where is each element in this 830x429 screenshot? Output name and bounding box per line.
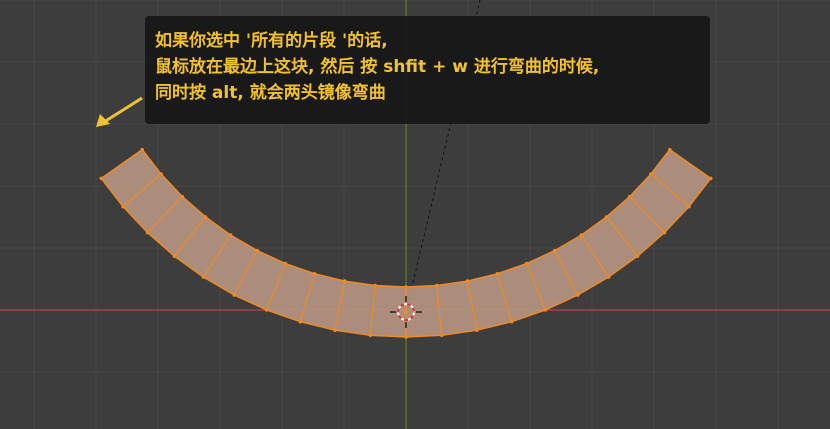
mesh-vertex[interactable] bbox=[439, 333, 444, 338]
mesh-vertex[interactable] bbox=[667, 147, 672, 152]
mesh-vertex[interactable] bbox=[283, 261, 288, 266]
mesh-vertex[interactable] bbox=[368, 333, 373, 338]
mesh-vertex[interactable] bbox=[373, 283, 377, 288]
mesh-vertex[interactable] bbox=[312, 271, 317, 276]
mesh-vertex[interactable] bbox=[264, 308, 269, 312]
tutorial-tooltip: 如果你选中 '所有的片段 '的话, 鼠标放在最边上这块, 然后 按 shfit … bbox=[145, 16, 710, 124]
mesh-vertex[interactable] bbox=[255, 248, 260, 253]
mesh-vertex[interactable] bbox=[228, 233, 233, 237]
mesh-vertex[interactable] bbox=[232, 293, 237, 297]
tooltip-line-1: 如果你选中 '所有的片段 '的话, bbox=[155, 31, 388, 51]
mesh-vertex[interactable] bbox=[687, 204, 691, 209]
mesh-vertex[interactable] bbox=[649, 172, 653, 176]
mesh-vertex[interactable] bbox=[342, 279, 347, 283]
mesh-vertex[interactable] bbox=[606, 275, 611, 279]
mesh-vertex[interactable] bbox=[627, 194, 632, 199]
mesh-vertex[interactable] bbox=[159, 172, 163, 176]
mesh-vertex[interactable] bbox=[662, 230, 667, 235]
3d-viewport[interactable]: 如果你选中 '所有的片段 '的话, 鼠标放在最边上这块, 然后 按 shfit … bbox=[0, 0, 830, 429]
mesh-vertex[interactable] bbox=[465, 279, 470, 283]
mesh-vertex[interactable] bbox=[203, 215, 208, 219]
mesh-vertex[interactable] bbox=[579, 233, 584, 237]
mesh-vertex[interactable] bbox=[475, 328, 479, 332]
tooltip-line-3: 同时按 alt, 就会两头镜像弯曲 bbox=[155, 83, 386, 103]
mesh-vertex[interactable] bbox=[180, 194, 185, 199]
tooltip-line-2: 鼠标放在最边上这块, 然后 按 shfit + w 进行弯曲的时候, bbox=[155, 57, 600, 77]
mesh-vertex[interactable] bbox=[524, 261, 529, 266]
tooltip-pointer-arrow bbox=[96, 96, 143, 127]
mesh-vertex[interactable] bbox=[708, 176, 713, 181]
mesh-vertex[interactable] bbox=[145, 230, 150, 235]
mesh-vertex[interactable] bbox=[172, 254, 177, 258]
mesh-vertex[interactable] bbox=[635, 254, 640, 258]
mesh-vertex[interactable] bbox=[509, 319, 514, 324]
mesh-vertex[interactable] bbox=[604, 215, 609, 219]
mesh-vertex[interactable] bbox=[404, 335, 408, 339]
mesh-vertex[interactable] bbox=[435, 283, 439, 288]
mesh-vertex[interactable] bbox=[201, 275, 206, 279]
mesh-vertex[interactable] bbox=[99, 176, 104, 181]
mesh-vertex[interactable] bbox=[543, 308, 548, 312]
mesh-vertex[interactable] bbox=[121, 204, 125, 209]
mesh-vertex[interactable] bbox=[298, 319, 303, 324]
mesh-vertex[interactable] bbox=[495, 271, 500, 276]
mesh-vertex[interactable] bbox=[333, 328, 337, 332]
mesh-vertex[interactable] bbox=[404, 285, 408, 289]
mesh-vertex[interactable] bbox=[552, 248, 557, 253]
mesh-vertex[interactable] bbox=[575, 293, 580, 297]
mesh-vertex[interactable] bbox=[140, 147, 145, 152]
